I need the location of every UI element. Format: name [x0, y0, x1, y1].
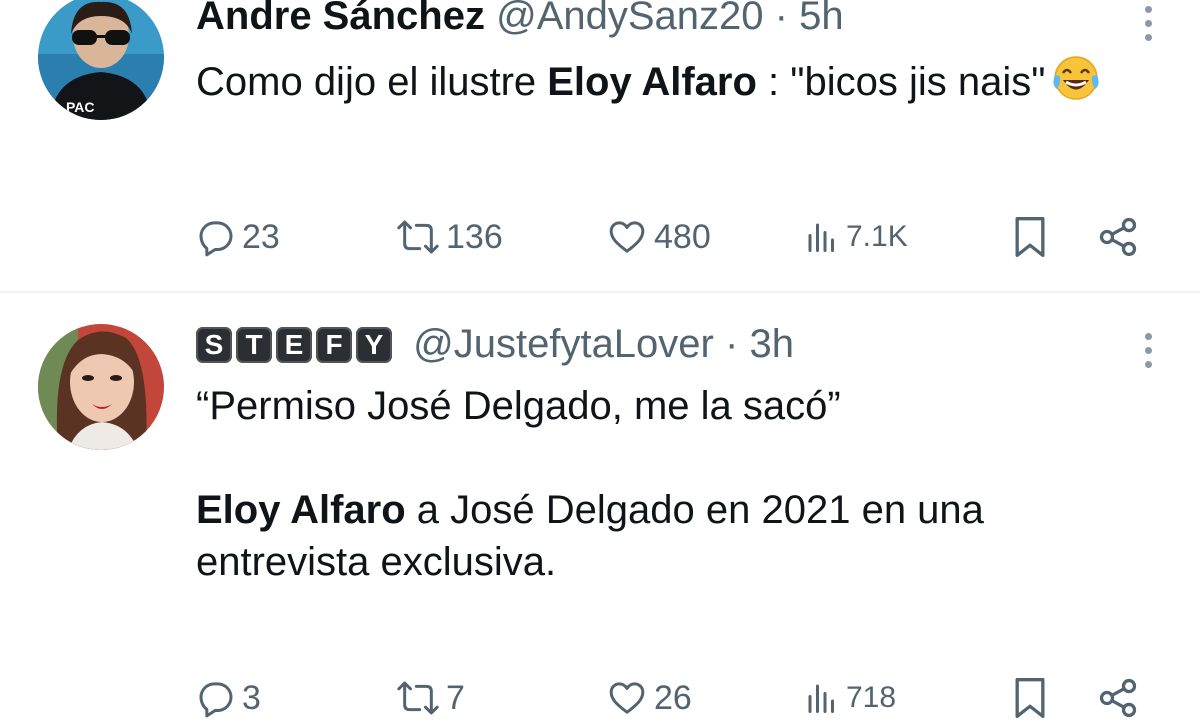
timestamp[interactable]: 3h	[749, 322, 794, 366]
tweet-text: “Permiso José Delgado, me la sacó” Eloy …	[196, 380, 1140, 588]
retweet-button[interactable]: 7	[396, 673, 465, 723]
reply-count: 3	[242, 678, 261, 717]
display-name[interactable]: S T E F Y	[196, 327, 392, 363]
views-count: 7.1K	[846, 220, 908, 253]
share-icon	[1096, 215, 1140, 259]
reply-button[interactable]: 3	[196, 673, 261, 723]
svg-text:PAC: PAC	[66, 99, 95, 115]
retweet-count: 136	[446, 217, 503, 256]
like-count: 26	[654, 678, 692, 717]
views-icon	[804, 680, 840, 716]
share-icon	[1096, 676, 1140, 720]
bold-mention: Eloy Alfaro	[547, 60, 757, 104]
handle[interactable]: @AndySanz20	[496, 0, 763, 38]
reply-button[interactable]: 23	[196, 212, 280, 262]
retweet-count: 7	[446, 678, 465, 717]
tweet[interactable]: PAC Andre Sánchez @AndySanz20 · 5h Como …	[0, 0, 1200, 292]
text-segment: : "bicos jis nais"	[756, 60, 1046, 104]
tweet[interactable]: S T E F Y @JustefytaLover · 3h “Permiso …	[0, 293, 1200, 725]
retweet-button[interactable]: 136	[396, 212, 503, 262]
text-segment: Como dijo el ilustre	[196, 60, 548, 104]
handle[interactable]: @JustefytaLover	[413, 322, 714, 366]
text-line: “Permiso José Delgado, me la sacó”	[196, 384, 841, 428]
views-icon	[804, 219, 840, 255]
separator: ·	[725, 322, 739, 366]
views-button[interactable]: 7.1K	[804, 212, 908, 262]
reply-count: 23	[242, 217, 280, 256]
reply-icon	[196, 217, 236, 257]
like-count: 480	[654, 217, 711, 256]
like-button[interactable]: 480	[606, 212, 711, 262]
display-name[interactable]: Andre Sánchez	[196, 0, 485, 38]
bookmark-button[interactable]	[1011, 212, 1049, 262]
name-badge-letter: Y	[356, 327, 392, 363]
share-button[interactable]	[1096, 212, 1140, 262]
name-badge-letter: T	[236, 327, 272, 363]
action-bar: 23 136 480 7.1K	[196, 212, 1146, 262]
more-icon[interactable]	[1142, 6, 1154, 41]
reply-icon	[196, 678, 236, 718]
separator: ·	[774, 0, 788, 38]
face-with-tears-of-joy-icon	[1051, 55, 1101, 114]
avatar[interactable]: PAC	[38, 0, 164, 120]
tweet-header: S T E F Y @JustefytaLover · 3h	[196, 322, 794, 366]
bookmark-button[interactable]	[1011, 673, 1049, 723]
name-badge-letter: S	[196, 327, 232, 363]
retweet-icon	[396, 678, 440, 718]
like-icon	[606, 678, 648, 718]
bookmark-icon	[1011, 215, 1049, 259]
timestamp[interactable]: 5h	[799, 0, 844, 38]
tweet-header: Andre Sánchez @AndySanz20 · 5h	[196, 0, 844, 38]
bookmark-icon	[1011, 676, 1049, 720]
tweet-text: Como dijo el ilustre Eloy Alfaro : "bico…	[196, 55, 1140, 114]
like-button[interactable]: 26	[606, 673, 692, 723]
name-badge-letter: E	[276, 327, 312, 363]
like-icon	[606, 217, 648, 257]
share-button[interactable]	[1096, 673, 1140, 723]
name-badge-letter: F	[316, 327, 352, 363]
action-bar: 3 7 26 718	[196, 673, 1146, 723]
views-count: 718	[846, 681, 897, 714]
bold-mention: Eloy Alfaro	[196, 488, 406, 532]
views-button[interactable]: 718	[804, 673, 896, 723]
avatar[interactable]	[38, 324, 164, 450]
more-icon[interactable]	[1142, 333, 1154, 368]
retweet-icon	[396, 217, 440, 257]
